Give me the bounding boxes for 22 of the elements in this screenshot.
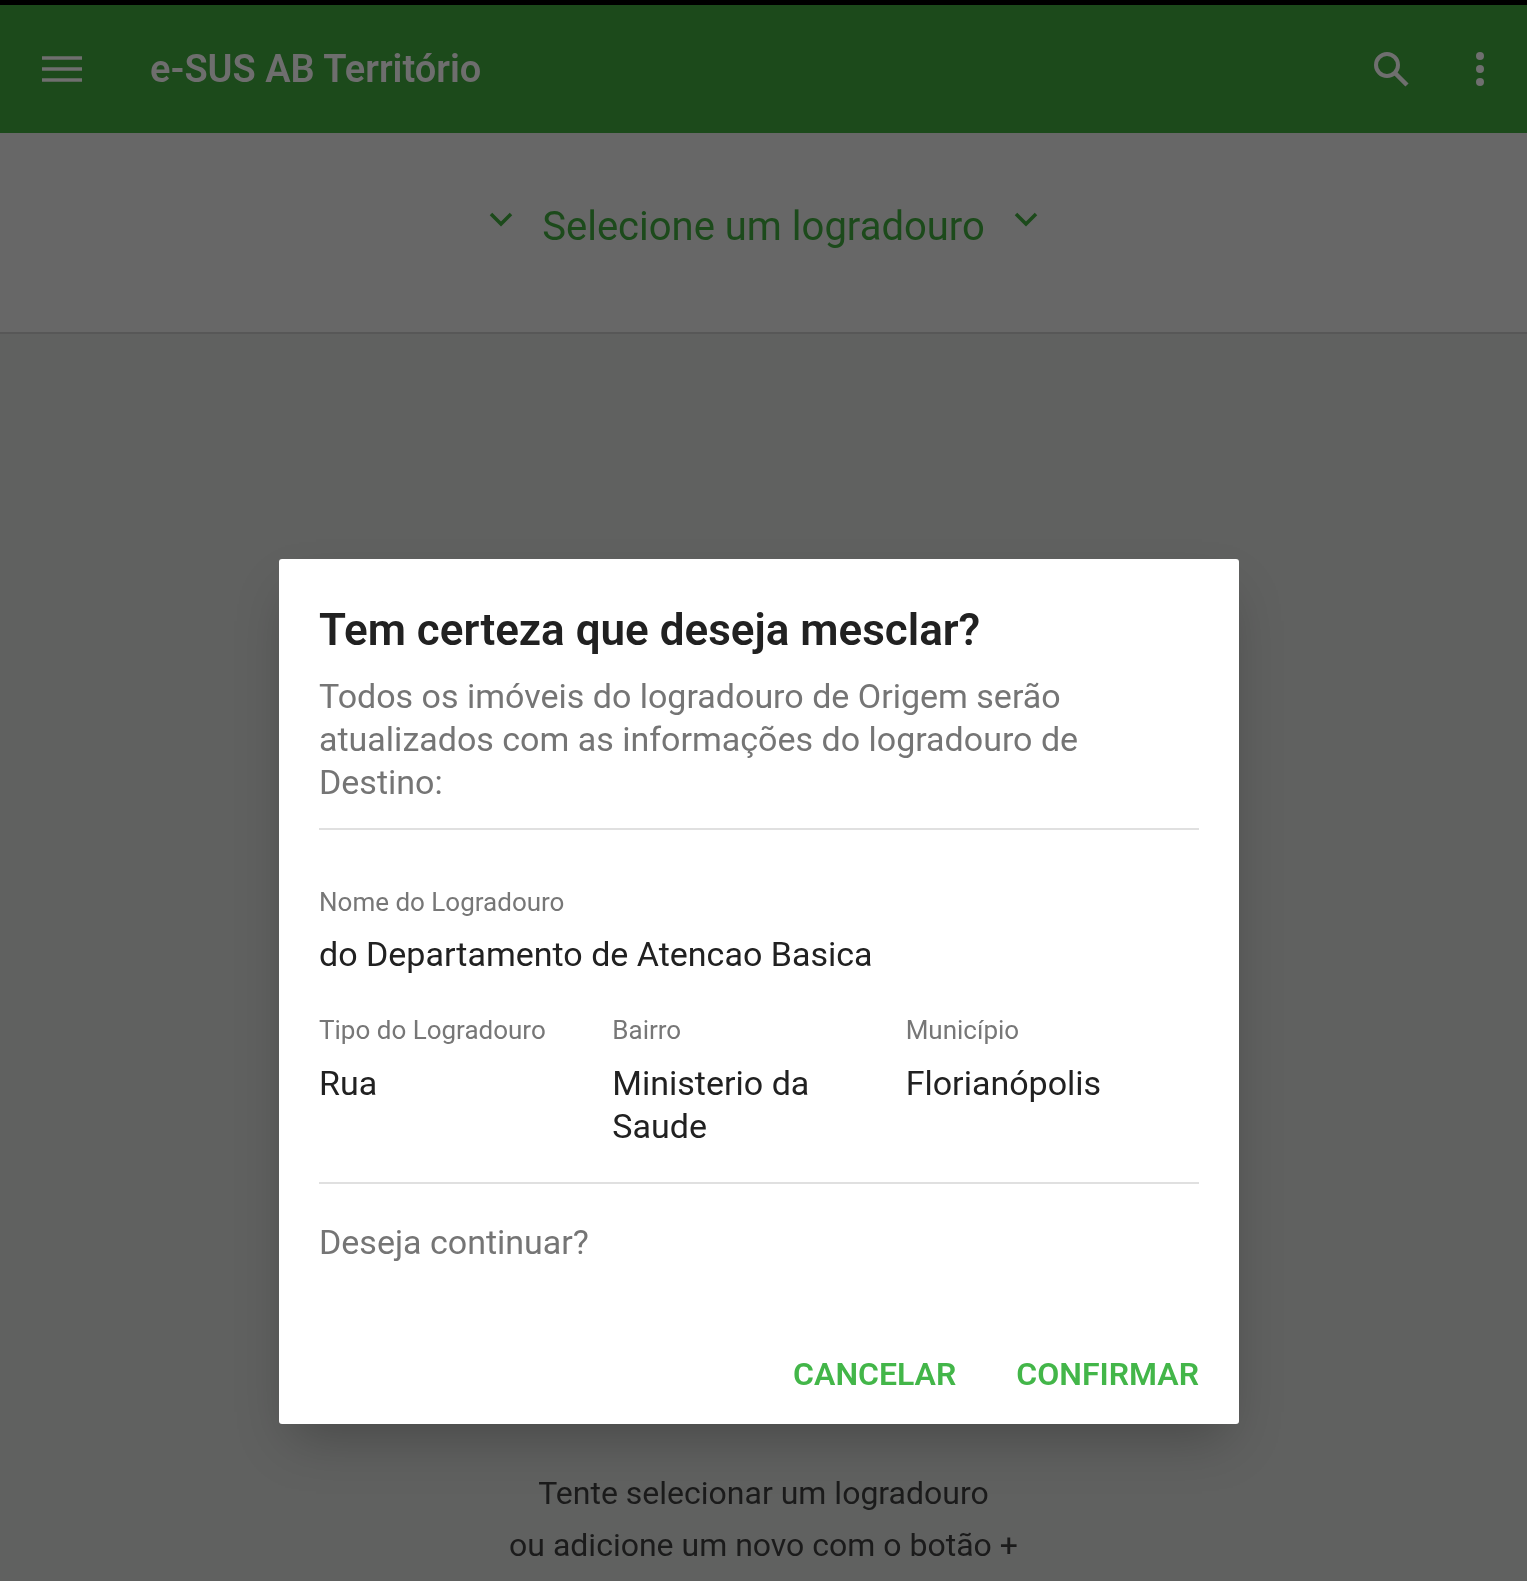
empty-state-text: ou adicione um novo com o botão + (509, 1525, 1018, 1566)
dialog-button[interactable]: CONFIRMAR (1016, 1354, 1199, 1394)
field-label: Bairro (612, 1014, 683, 1046)
chevron-down-icon (488, 211, 515, 227)
field-label: Tipo do Logradouro (319, 1014, 547, 1046)
street-selector[interactable]: Selecione um logradouro (542, 203, 985, 251)
dialog-title: Tem certeza que deseja mesclar? (319, 603, 982, 657)
search-icon[interactable] (1373, 51, 1409, 87)
dialog-button[interactable]: CANCELAR (793, 1354, 957, 1394)
field-value: Ministerio da Saude (612, 1062, 811, 1148)
field-label: Município (905, 1014, 1021, 1046)
empty-state-text: Tente selecionar um logradouro (538, 1473, 989, 1514)
menu-icon[interactable] (42, 55, 82, 83)
field-label: Nome do Logradouro (319, 886, 566, 918)
chevron-down-icon (1012, 211, 1039, 227)
field-value: do Departamento de Atencao Basica (319, 933, 874, 976)
field-value: Rua (319, 1062, 379, 1105)
dialog-message: Todos os imóveis do logradouro de Origem serão atualizados com as informações do logradouro de Destino: (319, 675, 1080, 804)
dialog-question: Deseja continuar? (319, 1221, 590, 1264)
more-options-icon[interactable] (1475, 52, 1485, 86)
field-value: Florianópolis (905, 1062, 1103, 1105)
app-title: e-SUS AB Território (150, 45, 482, 93)
